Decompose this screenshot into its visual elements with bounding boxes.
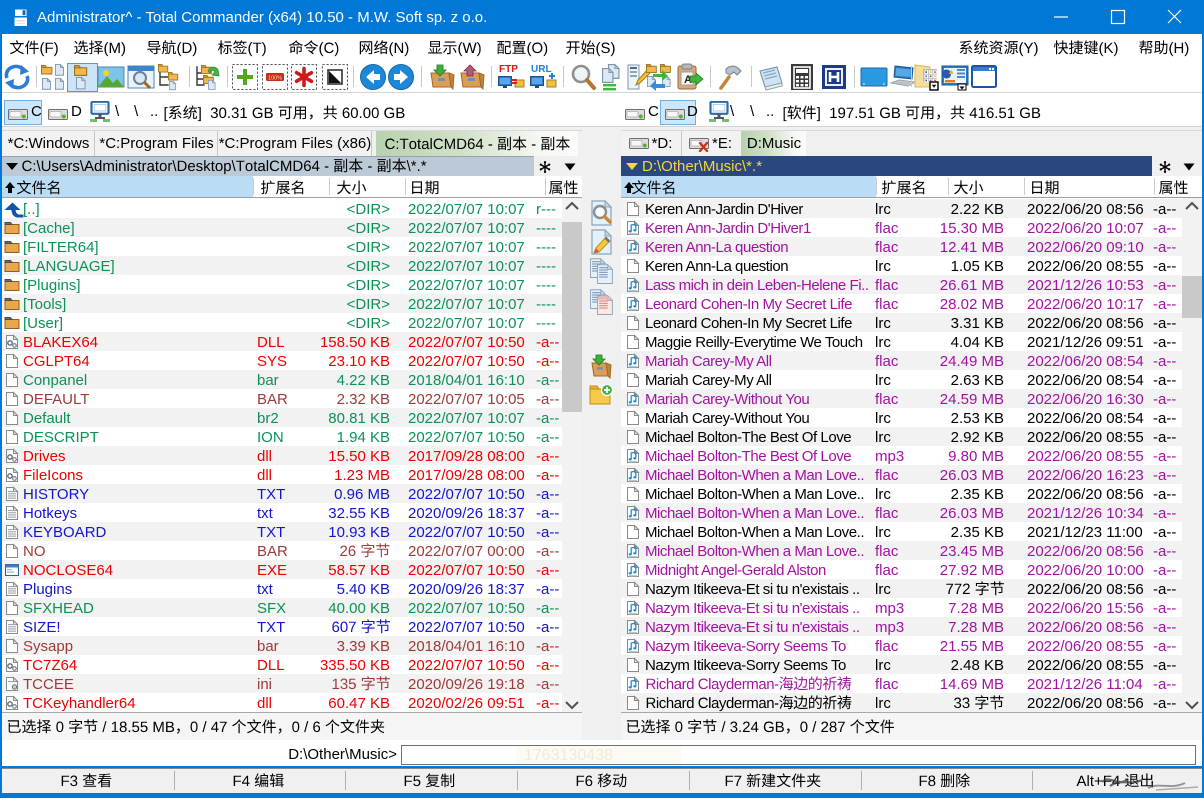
- svg-text:100%: 100%: [268, 75, 282, 81]
- svg-text:FTP: FTP: [499, 64, 518, 75]
- svg-text:URL: URL: [531, 64, 552, 75]
